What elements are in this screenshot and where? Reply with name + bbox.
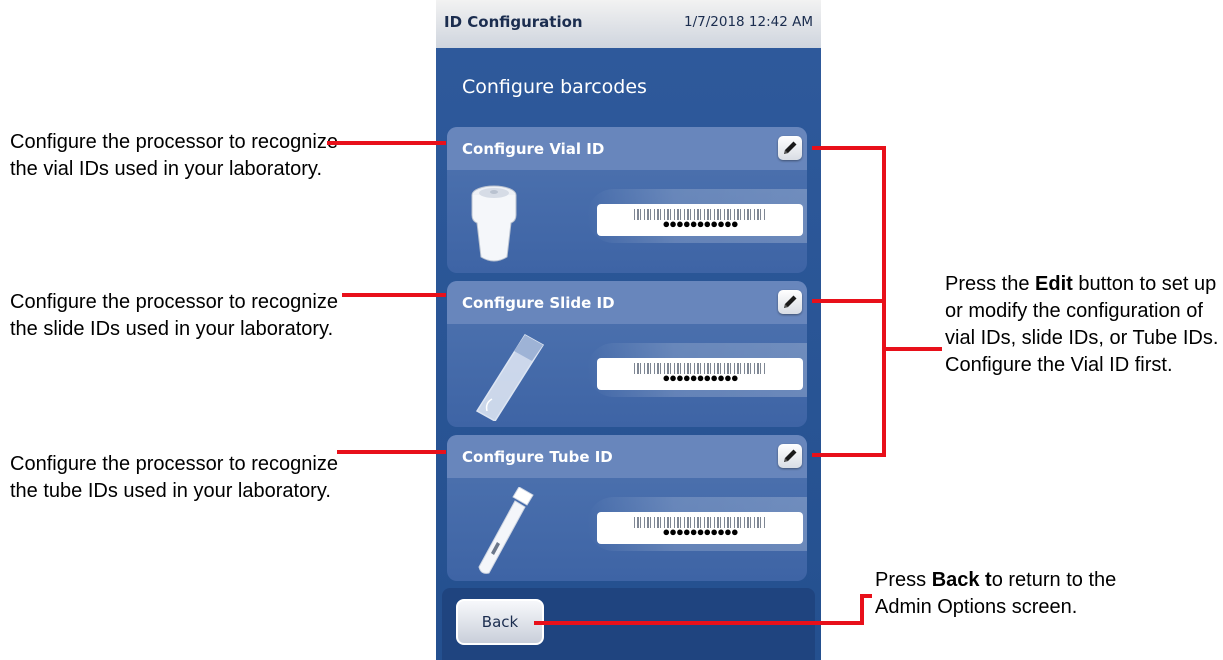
title-bar: ID Configuration 1/7/2018 12:42 AM bbox=[436, 0, 821, 48]
edit-vial-id-button[interactable] bbox=[778, 136, 802, 160]
edit-tube-id-button[interactable] bbox=[778, 444, 802, 468]
slide-callout-text: Configure the processor to recognize the… bbox=[10, 291, 338, 340]
tube-barcode-field: ●●●●●●●●●●● bbox=[597, 512, 803, 544]
edit-line-vial bbox=[812, 146, 886, 150]
back-callout-prefix: Press bbox=[875, 569, 932, 591]
edit-bracket bbox=[882, 146, 886, 457]
back-callout-tip bbox=[860, 594, 872, 598]
vial-callout-text: Configure the processor to recognize the… bbox=[10, 131, 338, 180]
card-title: Configure Slide ID bbox=[462, 294, 615, 312]
configure-vial-card: Configure Vial ID ●●●●●●●●●●● bbox=[447, 127, 807, 273]
card-header: Configure Tube ID bbox=[447, 435, 807, 478]
edit-callout-bold: Edit bbox=[1035, 273, 1073, 295]
vial-callout-line bbox=[327, 141, 446, 145]
edit-slide-id-button[interactable] bbox=[778, 290, 802, 314]
pencil-icon bbox=[784, 141, 797, 154]
card-header: Configure Slide ID bbox=[447, 281, 807, 324]
card-title: Configure Tube ID bbox=[462, 448, 613, 466]
pencil-icon bbox=[784, 295, 797, 308]
slide-icon bbox=[475, 334, 545, 421]
pencil-icon bbox=[784, 449, 797, 462]
edit-callout-text: Press the Edit button to set up or modif… bbox=[945, 271, 1223, 379]
vial-icon bbox=[471, 185, 517, 262]
barcode-mask: ●●●●●●●●●●● bbox=[662, 216, 738, 231]
card-header: Configure Vial ID bbox=[447, 127, 807, 170]
back-button[interactable]: Back bbox=[456, 599, 544, 645]
back-callout-bold: Back t bbox=[931, 569, 992, 591]
card-title: Configure Vial ID bbox=[462, 140, 605, 158]
barcode-mask: ●●●●●●●●●●● bbox=[662, 524, 738, 539]
back-callout-elbow bbox=[860, 594, 864, 625]
slide-callout-line bbox=[342, 293, 446, 297]
back-callout-line bbox=[534, 621, 864, 625]
back-callout-text: Press Back to return to the Admin Option… bbox=[875, 567, 1165, 621]
configure-tube-card: Configure Tube ID ●●●●●●●●●●● bbox=[447, 435, 807, 581]
edit-pointer-line bbox=[882, 347, 942, 351]
configure-slide-card: Configure Slide ID ●●●●●●●●●●● bbox=[447, 281, 807, 427]
tube-callout-line bbox=[337, 450, 446, 454]
vial-barcode-field: ●●●●●●●●●●● bbox=[597, 204, 803, 236]
tube-icon bbox=[478, 487, 534, 574]
section-heading: Configure barcodes bbox=[462, 76, 647, 98]
barcode-mask: ●●●●●●●●●●● bbox=[662, 370, 738, 385]
screen-title: ID Configuration bbox=[444, 13, 583, 31]
edit-line-slide bbox=[812, 299, 886, 303]
slide-barcode-field: ●●●●●●●●●●● bbox=[597, 358, 803, 390]
edit-callout-prefix: Press the bbox=[945, 273, 1036, 295]
tube-callout-text: Configure the processor to recognize the… bbox=[10, 453, 338, 502]
date-time: 1/7/2018 12:42 AM bbox=[683, 14, 813, 30]
edit-line-tube bbox=[812, 453, 886, 457]
device-screen: ID Configuration 1/7/2018 12:42 AM Confi… bbox=[436, 0, 821, 660]
